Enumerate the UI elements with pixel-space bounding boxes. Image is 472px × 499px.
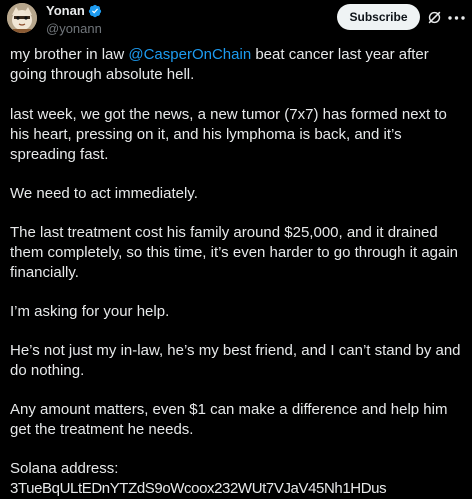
paragraph-6: He’s not just my in-law, he’s my best fr… bbox=[10, 342, 461, 379]
handle[interactable]: @yonann bbox=[46, 21, 102, 37]
p1-before: my brother in law bbox=[10, 46, 129, 63]
more-dots-icon[interactable] bbox=[448, 16, 465, 20]
subscribe-button[interactable]: Subscribe bbox=[337, 4, 420, 30]
display-name-row: Yonan bbox=[46, 3, 102, 19]
address-label: Solana address: bbox=[10, 460, 119, 477]
grok-slash-icon[interactable] bbox=[426, 9, 443, 26]
avatar[interactable] bbox=[7, 3, 37, 33]
paragraph-5: I’m asking for your help. bbox=[10, 303, 170, 320]
paragraph-1: my brother in law @CasperOnChain beat ca… bbox=[10, 45, 468, 85]
tweet: Yonan @yonann Subscribe my brother in la… bbox=[0, 0, 472, 497]
paragraph-2: last week, we got the news, a new tumor … bbox=[10, 106, 447, 163]
paragraph-4: The last treatment cost his family aroun… bbox=[10, 224, 459, 281]
paragraph-7: Any amount matters, even $1 can make a d… bbox=[10, 401, 448, 438]
mention-link[interactable]: @CasperOnChain bbox=[128, 46, 251, 63]
paragraph-3: We need to act immediately. bbox=[10, 185, 198, 202]
solana-address: 3TueBqULtEDnYTZdS9oWcoox232WUt7VJaV45Nh1… bbox=[10, 480, 387, 497]
verified-badge-icon bbox=[88, 4, 101, 18]
display-name[interactable]: Yonan bbox=[46, 3, 85, 19]
tweet-header: Yonan @yonann Subscribe bbox=[0, 0, 472, 42]
tweet-text: my brother in law @CasperOnChain beat ca… bbox=[10, 45, 468, 499]
